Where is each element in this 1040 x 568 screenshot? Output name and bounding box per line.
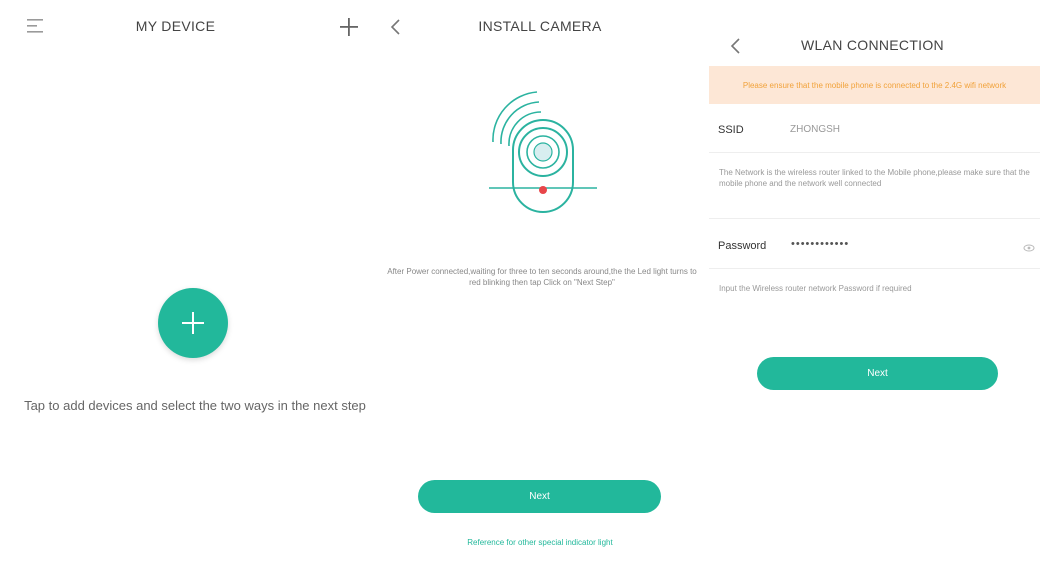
add-device-button[interactable]	[158, 288, 228, 358]
next-button[interactable]: Next	[418, 480, 661, 513]
page-title: INSTALL CAMERA	[478, 18, 602, 34]
page-title: WLAN CONNECTION	[801, 37, 944, 53]
wifi-warning-banner: Please ensure that the mobile phone is c…	[709, 66, 1040, 104]
wlan-connection-screen: WLAN CONNECTION Please ensure that the m…	[705, 0, 1040, 568]
next-button[interactable]: Next	[757, 357, 998, 390]
password-label: Password	[718, 240, 767, 252]
network-note: The Network is the wireless router linke…	[719, 168, 1030, 188]
add-device-hint: Tap to add devices and select the two wa…	[24, 398, 366, 413]
eye-icon[interactable]	[1023, 240, 1035, 252]
install-camera-screen: INSTALL CAMERA After Power connected,wai…	[375, 0, 705, 568]
install-instructions: After Power connected,waiting for three …	[387, 267, 697, 287]
password-field[interactable]: ••••••••••••	[791, 238, 849, 250]
ssid-field[interactable]: ZHONGSH	[790, 124, 840, 135]
password-note: Input the Wireless router network Passwo…	[719, 284, 912, 293]
plus-icon[interactable]	[336, 14, 362, 40]
plus-icon	[182, 312, 204, 334]
divider	[709, 218, 1040, 219]
page-title: MY DEVICE	[135, 18, 216, 34]
ssid-label: SSID	[718, 124, 744, 136]
reference-link[interactable]: Reference for other special indicator li…	[375, 538, 705, 547]
divider	[709, 268, 1040, 269]
camera-illustration	[475, 82, 615, 232]
my-device-screen: MY DEVICE Tap to add devices and select …	[0, 0, 375, 568]
divider	[709, 152, 1040, 153]
